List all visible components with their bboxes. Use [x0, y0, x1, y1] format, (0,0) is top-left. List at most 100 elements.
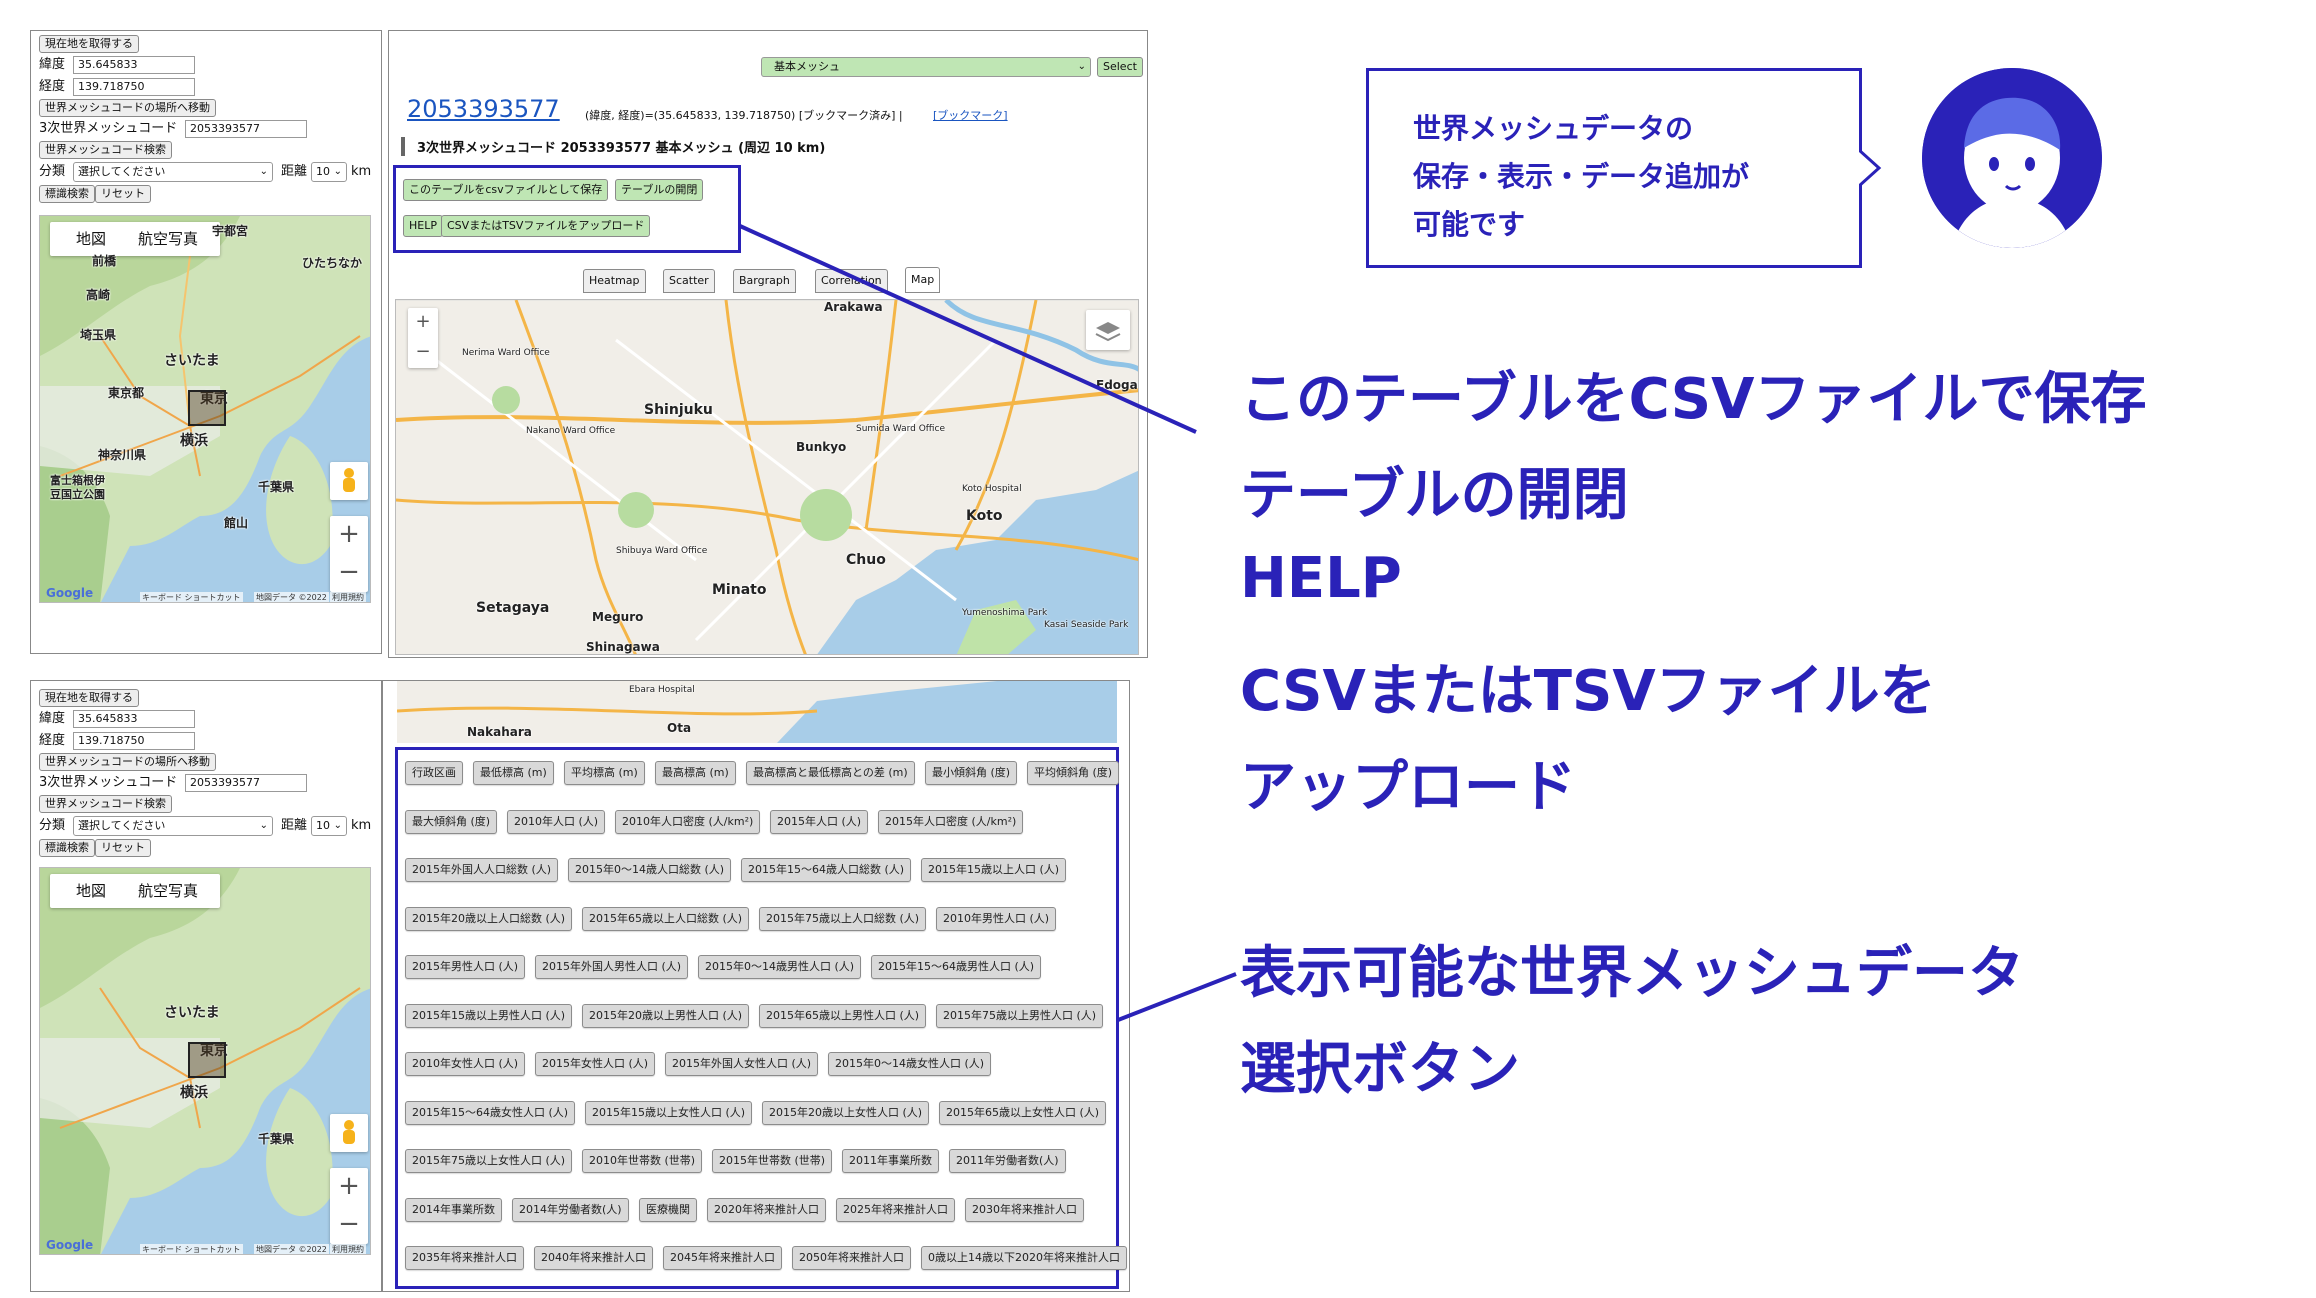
data-select-button[interactable]: 2015年0〜14歳女性人口 (人) [828, 1052, 992, 1076]
data-select-button[interactable]: 平均標高 (m) [564, 761, 645, 785]
mesh-code-link[interactable]: 2053393577 [407, 95, 560, 123]
city-map[interactable]: + − Arakawa Nerima Ward Office Shinjuku … [395, 299, 1139, 655]
move-to-mesh-button[interactable]: 世界メッシュコードの場所へ移動 [39, 99, 216, 117]
street-view-pegman-icon[interactable] [330, 1114, 368, 1152]
select-button[interactable]: Select [1097, 57, 1143, 77]
zoom-in-icon[interactable]: + [330, 1168, 368, 1206]
data-select-button[interactable]: 2015年20歳以上女性人口 (人) [762, 1100, 930, 1125]
data-select-button[interactable]: 2015年外国人女性人口 (人) [665, 1052, 819, 1076]
distance-select[interactable]: 10 ⌄ [311, 816, 347, 836]
data-select-button[interactable]: 行政区画 [405, 761, 463, 785]
mesh-code-input[interactable]: 2053393577 [185, 120, 307, 138]
data-select-button[interactable]: 2010年人口 (人) [507, 809, 606, 834]
data-select-button[interactable]: 2025年将来推計人口 [836, 1197, 955, 1222]
data-select-button[interactable]: 0歳以上14歳以下2020年将来推計人口 [921, 1246, 1127, 1270]
city-map-strip[interactable]: Ebara Hospital Nakahara Ota [397, 681, 1117, 743]
data-select-button[interactable]: 2030年将来推計人口 [965, 1197, 1084, 1222]
data-select-button[interactable]: 2035年将来推計人口 [405, 1246, 524, 1270]
mesh-type-select[interactable]: 基本メッシュ ⌄ [761, 57, 1091, 77]
data-select-button[interactable]: 2015年20歳以上男性人口 (人) [582, 1003, 750, 1028]
data-select-button[interactable]: 2015年人口密度 (人/km²) [878, 809, 1024, 834]
map-tab-map[interactable]: 地図 [62, 874, 120, 908]
zoom-out-icon[interactable]: − [408, 338, 438, 368]
zoom-in-icon[interactable]: + [330, 516, 368, 554]
search-mesh-button[interactable]: 世界メッシュコード検索 [39, 141, 172, 159]
data-select-button[interactable]: 2015年外国人男性人口 (人) [535, 955, 689, 979]
data-select-button[interactable]: 2010年世帯数 (世帯) [582, 1149, 703, 1173]
map-tab-map[interactable]: 地図 [62, 222, 120, 256]
data-select-button[interactable]: 2015年65歳以上人口総数 (人) [582, 906, 750, 931]
lon-input[interactable]: 139.718750 [73, 732, 195, 750]
category-select[interactable]: 選択してください ⌄ [73, 162, 273, 182]
overview-map[interactable]: 地図 航空写真 さいたま 東京 横浜 千葉県 + − Google キーボード … [39, 867, 371, 1255]
data-select-button[interactable]: 2015年女性人口 (人) [535, 1052, 656, 1076]
data-select-button[interactable]: 2010年男性人口 (人) [936, 906, 1057, 931]
tab-correlation[interactable]: Correlation [815, 269, 888, 293]
data-select-button[interactable]: 2015年0〜14歳人口総数 (人) [568, 858, 732, 882]
tab-bargraph[interactable]: Bargraph [733, 269, 796, 293]
zoom-out-icon[interactable]: − [330, 1206, 368, 1244]
data-select-button[interactable]: 2020年将来推計人口 [707, 1197, 826, 1222]
data-select-button[interactable]: 2015年15〜64歳男性人口 (人) [871, 955, 1042, 979]
data-select-button[interactable]: 2014年事業所数 [405, 1197, 502, 1222]
data-select-button[interactable]: 2015年15歳以上女性人口 (人) [585, 1100, 753, 1125]
tab-heatmap[interactable]: Heatmap [583, 269, 646, 293]
data-select-button[interactable]: 平均傾斜角 (度) [1027, 761, 1120, 785]
data-select-button[interactable]: 2015年男性人口 (人) [405, 955, 526, 979]
data-select-button[interactable]: 2015年世帯数 (世帯) [712, 1149, 833, 1173]
map-footer-terms[interactable]: 利用規約 [330, 592, 366, 602]
data-select-button[interactable]: 2015年65歳以上女性人口 (人) [939, 1100, 1107, 1125]
street-view-pegman-icon[interactable] [330, 462, 368, 500]
data-select-button[interactable]: 2011年労働者数(人) [949, 1149, 1066, 1173]
data-select-button[interactable]: 最小傾斜角 (度) [925, 761, 1018, 785]
data-select-button[interactable]: 2015年15〜64歳人口総数 (人) [741, 858, 912, 882]
tab-scatter[interactable]: Scatter [663, 269, 715, 293]
map-tab-aerial[interactable]: 航空写真 [124, 874, 212, 908]
layers-icon[interactable] [1086, 310, 1130, 350]
map-tab-aerial[interactable]: 航空写真 [124, 222, 212, 256]
data-select-button[interactable]: 2015年15歳以上男性人口 (人) [405, 1003, 573, 1028]
data-select-button[interactable]: 2015年15歳以上人口 (人) [921, 858, 1067, 882]
data-select-button[interactable]: 2011年事業所数 [842, 1149, 939, 1173]
map-footer-terms[interactable]: 利用規約 [330, 1244, 366, 1254]
data-select-button[interactable]: 2015年75歳以上男性人口 (人) [936, 1003, 1104, 1028]
landmark-search-button[interactable]: 標識検索 [39, 839, 95, 857]
get-location-button[interactable]: 現在地を取得する [39, 35, 139, 53]
tab-map[interactable]: Map [905, 267, 941, 293]
lat-input[interactable]: 35.645833 [73, 710, 195, 728]
map-footer-shortcuts[interactable]: キーボード ショートカット [140, 592, 243, 602]
lat-input[interactable]: 35.645833 [73, 56, 195, 74]
reset-button[interactable]: リセット [95, 185, 151, 203]
data-select-button[interactable]: 2015年15〜64歳女性人口 (人) [405, 1100, 576, 1125]
data-select-button[interactable]: 2015年外国人人口総数 (人) [405, 858, 559, 882]
data-select-button[interactable]: 2015年人口 (人) [770, 809, 869, 834]
zoom-out-icon[interactable]: − [330, 554, 368, 592]
data-select-button[interactable]: 2045年将来推計人口 [663, 1246, 782, 1270]
data-select-button[interactable]: 2015年75歳以上人口総数 (人) [759, 906, 927, 931]
data-select-button[interactable]: 最高標高 (m) [655, 761, 736, 785]
landmark-search-button[interactable]: 標識検索 [39, 185, 95, 203]
overview-map[interactable]: 地図 航空写真 宇都宮 前橋 高崎 ひたちなか 埼玉県 さいたま 東京都 東京 … [39, 215, 371, 603]
data-select-button[interactable]: 2015年20歳以上人口総数 (人) [405, 906, 573, 931]
data-select-button[interactable]: 2015年0〜14歳男性人口 (人) [698, 955, 862, 979]
data-select-button[interactable]: 最低標高 (m) [473, 761, 554, 785]
zoom-in-icon[interactable]: + [408, 308, 438, 338]
category-select[interactable]: 選択してください ⌄ [73, 816, 273, 836]
data-select-button[interactable]: 2015年75歳以上女性人口 (人) [405, 1149, 573, 1173]
lon-input[interactable]: 139.718750 [73, 78, 195, 96]
data-select-button[interactable]: 最大傾斜角 (度) [405, 809, 498, 834]
reset-button[interactable]: リセット [95, 839, 151, 857]
bookmark-link[interactable]: [ブックマーク] [933, 107, 1008, 123]
data-select-button[interactable]: 2015年65歳以上男性人口 (人) [759, 1003, 927, 1028]
data-select-button[interactable]: 最高標高と最低標高との差 (m) [746, 761, 915, 785]
data-select-button[interactable]: 2040年将来推計人口 [534, 1246, 653, 1270]
move-to-mesh-button[interactable]: 世界メッシュコードの場所へ移動 [39, 753, 216, 771]
data-select-button[interactable]: 2010年女性人口 (人) [405, 1052, 526, 1076]
get-location-button[interactable]: 現在地を取得する [39, 689, 139, 707]
data-select-button[interactable]: 2050年将来推計人口 [792, 1246, 911, 1270]
data-select-button[interactable]: 2010年人口密度 (人/km²) [615, 809, 761, 834]
search-mesh-button[interactable]: 世界メッシュコード検索 [39, 795, 172, 813]
data-select-button[interactable]: 医療機関 [639, 1197, 697, 1222]
data-select-button[interactable]: 2014年労働者数(人) [512, 1197, 629, 1222]
distance-select[interactable]: 10 ⌄ [311, 162, 347, 182]
